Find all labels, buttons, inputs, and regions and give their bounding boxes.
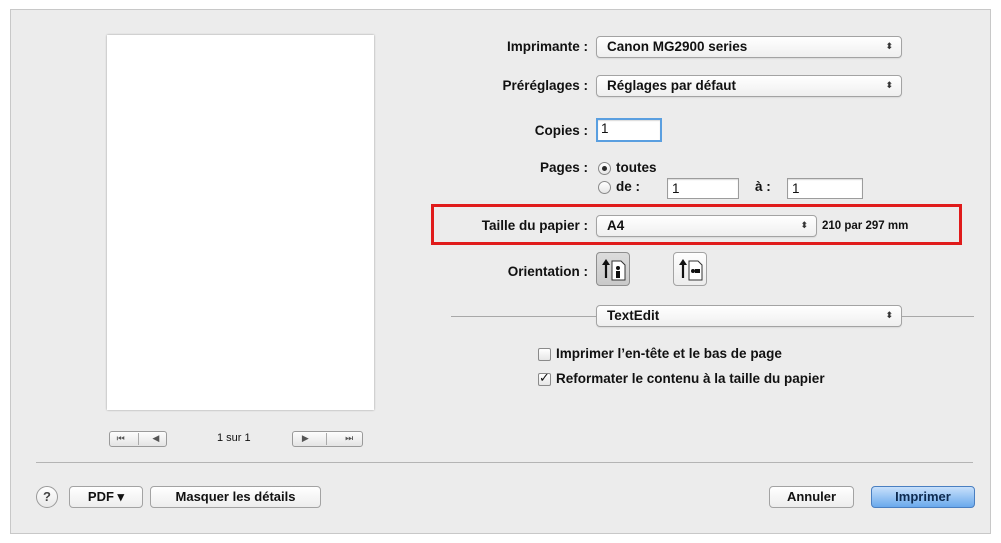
presets-select[interactable]: Réglages par défaut ⬍ (596, 75, 902, 97)
divider-right (902, 316, 974, 317)
paper-size-value: A4 (607, 218, 625, 233)
first-page-icon[interactable]: ⏮ (117, 434, 125, 444)
preview-forward-buttons: ▶ ⏭ (292, 431, 363, 447)
previous-page-icon[interactable]: ◀ (152, 434, 159, 444)
orientation-label: Orientation : (507, 264, 588, 279)
pages-to-label: à : (755, 179, 771, 194)
paper-size-dimensions: 210 par 297 mm (822, 220, 909, 232)
header-footer-checkbox[interactable] (538, 348, 551, 361)
printer-label: Imprimante : (506, 39, 588, 54)
checkmark-icon: ✓ (539, 371, 550, 386)
pages-to-input[interactable]: 1 (787, 178, 863, 199)
last-page-icon[interactable]: ⏭ (345, 434, 353, 444)
pages-range-label: de : (616, 179, 641, 194)
copies-label: Copies : (534, 123, 588, 138)
cancel-button[interactable]: Annuler (769, 486, 854, 508)
pages-from-input[interactable]: 1 (667, 178, 739, 199)
app-section-value: TextEdit (607, 308, 660, 323)
header-footer-label: Imprimer l’en-tête et le bas de page (556, 346, 782, 361)
popup-arrows-icon: ⬍ (885, 311, 893, 321)
app-section-select[interactable]: TextEdit ⬍ (596, 305, 902, 327)
pages-all-label: toutes (616, 160, 657, 175)
presets-label: Préréglages : (502, 78, 588, 93)
paper-size-select[interactable]: A4 ⬍ (596, 215, 817, 237)
popup-arrows-icon: ⬍ (800, 221, 808, 231)
footer-divider (36, 462, 973, 463)
copies-input[interactable]: 1 (596, 118, 662, 142)
preview-back-buttons: ⏮ ◀ (109, 431, 167, 447)
landscape-orientation-button[interactable] (673, 252, 707, 286)
next-page-icon[interactable]: ▶ (302, 434, 309, 444)
pages-label: Pages : (539, 160, 588, 175)
pages-all-radio[interactable] (598, 162, 611, 175)
paper-size-label: Taille du papier : (481, 218, 588, 233)
page-preview (107, 35, 374, 410)
divider-left (451, 316, 596, 317)
printer-select[interactable]: Canon MG2900 series ⬍ (596, 36, 902, 58)
rewrap-label: Reformater le contenu à la taille du pap… (556, 371, 825, 386)
pages-range-radio[interactable] (598, 181, 611, 194)
pdf-menu-button[interactable]: PDF ▾ (69, 486, 143, 508)
popup-arrows-icon: ⬍ (885, 42, 893, 52)
presets-value: Réglages par défaut (607, 78, 737, 93)
printer-value: Canon MG2900 series (607, 39, 748, 54)
print-button[interactable]: Imprimer (871, 486, 975, 508)
portrait-icon (602, 259, 626, 281)
landscape-icon (679, 259, 703, 281)
help-button[interactable]: ? (36, 486, 58, 508)
popup-arrows-icon: ⬍ (885, 81, 893, 91)
print-dialog: ⏮ ◀ 1 sur 1 ▶ ⏭ Imprimante : Canon MG290… (10, 9, 991, 534)
rewrap-checkbox[interactable]: ✓ (538, 371, 551, 386)
hide-details-button[interactable]: Masquer les détails (150, 486, 321, 508)
portrait-orientation-button[interactable] (596, 252, 630, 286)
page-counter: 1 sur 1 (217, 432, 251, 444)
